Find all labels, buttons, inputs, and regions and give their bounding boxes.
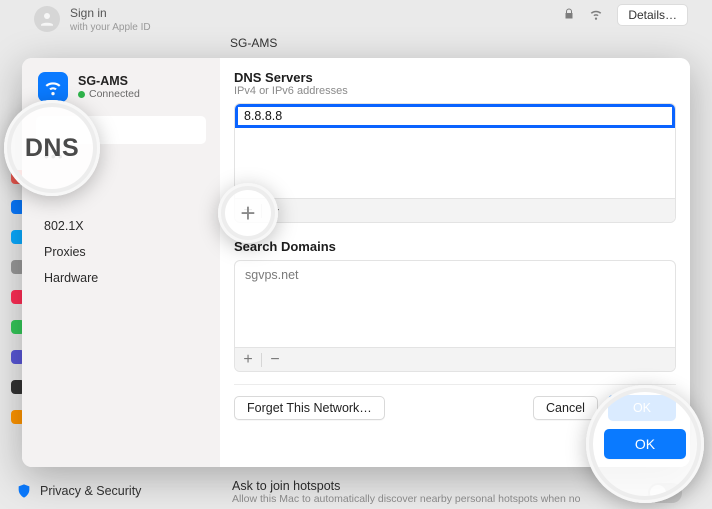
dns-add-button[interactable]: + [235, 199, 261, 223]
modal-footer: Forget This Network… Cancel OK [234, 384, 676, 421]
network-status: Connected [78, 88, 140, 100]
sidebar-item-8021x[interactable]: 802.1X [32, 214, 210, 238]
lock-icon [563, 8, 575, 23]
sidebar-item-more[interactable]: ••• [32, 148, 210, 166]
sidebar-item-hardware[interactable]: Hardware [32, 266, 210, 290]
cancel-button[interactable]: Cancel [533, 396, 598, 420]
bg-network-name: SG-AMS [230, 36, 277, 50]
details-button[interactable]: Details… [617, 4, 688, 26]
dns-title: DNS Servers [234, 70, 676, 85]
dns-remove-button[interactable]: − [262, 199, 288, 223]
signin-region[interactable]: Sign in with your Apple ID [34, 6, 151, 33]
hotspot-sub: Allow this Mac to automatically discover… [232, 493, 682, 505]
sd-addremove-bar: + − [235, 347, 675, 371]
avatar-icon [34, 6, 60, 32]
modal-sidebar: SG-AMS Connected ••• 802.1X Proxies Hard… [22, 58, 220, 467]
sidebar-item-privacy[interactable]: Privacy & Security [16, 483, 141, 499]
dns-servers-list: 8.8.8.8 + − [234, 103, 676, 223]
search-domains-list: sgvps.net + − [234, 260, 676, 372]
signin-label: Sign in [70, 6, 151, 22]
hotspot-toggle[interactable] [648, 483, 682, 503]
sidebar-item-selected[interactable] [36, 116, 206, 144]
wifi-icon [38, 72, 68, 102]
ok-button[interactable]: OK [608, 395, 676, 421]
sd-remove-button[interactable]: − [262, 348, 288, 372]
search-domains-title: Search Domains [234, 239, 676, 254]
forget-network-button[interactable]: Forget This Network… [234, 396, 385, 420]
network-name: SG-AMS [78, 74, 140, 88]
hotspot-setting: Ask to join hotspots Allow this Mac to a… [232, 479, 682, 505]
dns-addremove-bar: + − [235, 198, 675, 222]
network-header: SG-AMS Connected [32, 66, 210, 116]
search-domain-item[interactable]: sgvps.net [235, 261, 675, 289]
signin-sub: with your Apple ID [70, 22, 151, 33]
wifi-icon [589, 7, 603, 24]
dns-entry-input[interactable]: 8.8.8.8 [235, 104, 675, 128]
network-settings-modal: SG-AMS Connected ••• 802.1X Proxies Hard… [22, 58, 690, 467]
privacy-label: Privacy & Security [40, 484, 141, 498]
sidebar-item-proxies[interactable]: Proxies [32, 240, 210, 264]
ok-button-highlight[interactable]: OK [604, 429, 686, 459]
sd-add-button[interactable]: + [235, 348, 261, 372]
dns-subtitle: IPv4 or IPv6 addresses [234, 85, 676, 97]
hotspot-title: Ask to join hotspots [232, 479, 682, 493]
modal-main: DNS Servers IPv4 or IPv6 addresses 8.8.8… [220, 58, 690, 467]
